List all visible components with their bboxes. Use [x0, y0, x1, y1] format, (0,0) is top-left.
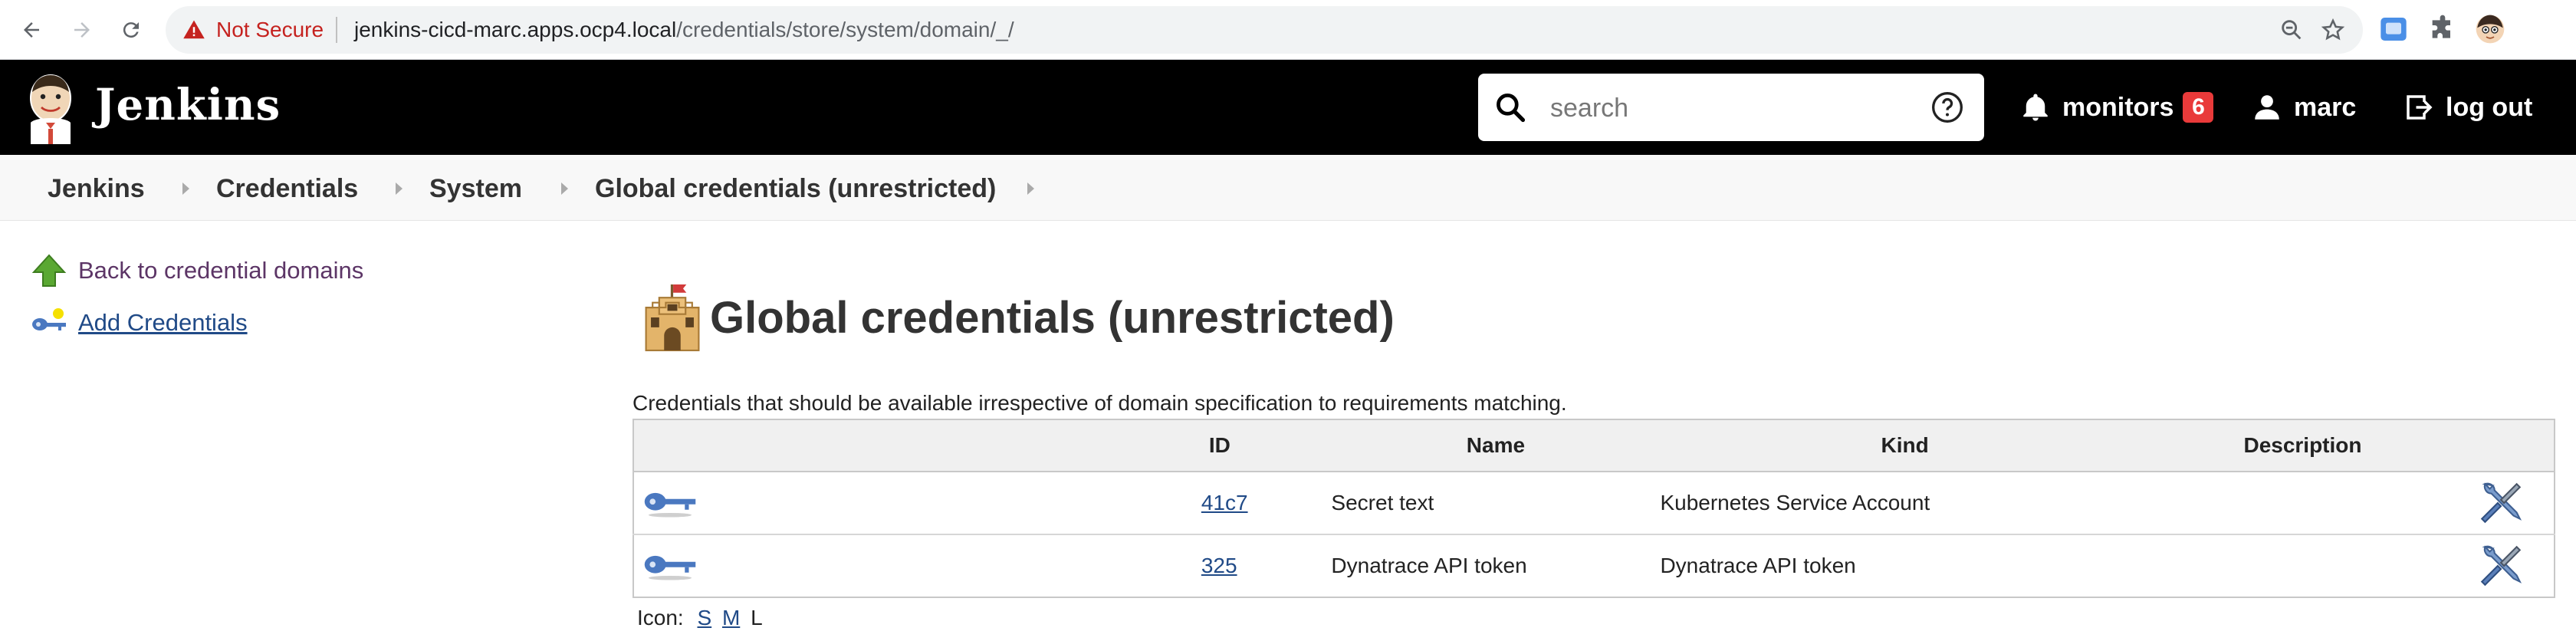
breadcrumb: Jenkins Credentials System Global creden…: [0, 155, 2576, 221]
search-input[interactable]: [1549, 87, 1858, 129]
security-label[interactable]: Not Secure: [216, 17, 324, 43]
breadcrumb-system[interactable]: System: [429, 173, 522, 204]
monitors-link[interactable]: monitors 6: [2019, 84, 2214, 130]
credential-id-link[interactable]: 41c7: [1201, 491, 1248, 515]
breadcrumb-jenkins[interactable]: Jenkins: [48, 173, 145, 204]
back-button[interactable]: [15, 14, 48, 46]
credential-key-icon: [644, 555, 696, 580]
header-description[interactable]: Description: [2149, 419, 2456, 472]
search-icon: [1497, 94, 1526, 123]
help-icon[interactable]: [1930, 90, 1964, 124]
jenkins-header: Jenkins monitors 6 marc log out: [0, 60, 2576, 155]
translate-extension-icon[interactable]: [2378, 14, 2409, 44]
redacted-region: [868, 475, 1201, 531]
credential-description: [2150, 534, 2456, 597]
page-title: Global credentials (unrestricted): [710, 292, 1395, 343]
breadcrumb-separator[interactable]: [561, 182, 568, 195]
back-to-domains-label: Back to credential domains: [78, 257, 364, 284]
arrow-right-icon: [74, 22, 90, 38]
credential-kind: Kubernetes Service Account: [1660, 472, 2150, 535]
up-arrow-icon: [31, 254, 67, 287]
redacted-region: [868, 538, 1201, 593]
row-icon-cell: [633, 534, 734, 597]
credential-name: Dynatrace API token: [1331, 554, 1527, 577]
zoom-icon[interactable]: [2279, 17, 2305, 43]
breadcrumb-separator[interactable]: [396, 182, 402, 195]
profile-avatar-icon[interactable]: [2475, 14, 2505, 44]
row-actions-cell: [2456, 472, 2555, 535]
row-id-cell: 325: [734, 534, 1332, 597]
table-row: 41c7 Secret text Kubernetes Service Acco…: [633, 472, 2555, 535]
credential-id-link[interactable]: 325: [1201, 554, 1237, 578]
castle-icon: [645, 284, 700, 352]
search-box: [1478, 74, 1984, 141]
header-id-label: ID: [1208, 433, 1230, 457]
url-host: jenkins-cicd-marc.apps.ocp4.local: [354, 18, 677, 41]
breadcrumb-credentials[interactable]: Credentials: [216, 173, 358, 204]
reload-icon: [123, 22, 139, 38]
configure-tools-icon[interactable]: [2476, 541, 2526, 591]
jenkins-logo-icon[interactable]: [23, 71, 78, 144]
row-actions-cell: [2456, 534, 2555, 597]
warning-icon: [183, 20, 205, 39]
key-icon: [32, 308, 66, 330]
credential-description: [2149, 472, 2456, 535]
url-text[interactable]: jenkins-cicd-marc.apps.ocp4.local/creden…: [354, 17, 1014, 43]
credential-kind: Dynatrace API token: [1660, 554, 1856, 577]
icon-size-large: L: [751, 606, 763, 629]
row-icon-cell: [633, 472, 734, 535]
header-name[interactable]: Name: [1331, 419, 1661, 472]
logout-label: log out: [2446, 92, 2533, 122]
configure-tools-icon[interactable]: [2476, 478, 2526, 528]
page-heading: Global credentials (unrestricted): [639, 279, 1395, 356]
monitors-badge: 6: [2183, 92, 2214, 123]
icon-size-label: Icon:: [637, 606, 684, 629]
table-row: 325 Dynatrace API token Dynatrace API to…: [633, 534, 2555, 597]
back-to-domains-link[interactable]: Back to credential domains: [31, 251, 363, 290]
credential-name: Secret text: [1331, 472, 1661, 535]
header-kind[interactable]: Kind: [1660, 419, 2150, 472]
header-icon-column: [633, 419, 734, 472]
row-id-cell: 41c7: [733, 472, 1332, 535]
extensions-puzzle-icon[interactable]: [2427, 14, 2458, 44]
breadcrumb-separator[interactable]: [1027, 182, 1034, 195]
omnibox-divider: [336, 17, 337, 43]
reload-button[interactable]: [115, 14, 147, 46]
logout-link[interactable]: log out: [2403, 84, 2532, 130]
url-path: /credentials/store/system/domain/_/: [676, 18, 1014, 41]
user-label: marc: [2294, 92, 2357, 122]
credential-key-icon: [644, 492, 696, 518]
address-bar[interactable]: Not Secure jenkins-cicd-marc.apps.ocp4.l…: [166, 6, 2363, 54]
header-id[interactable]: ID: [733, 419, 1332, 472]
store-description: Credentials that should be available irr…: [632, 391, 1567, 415]
breadcrumb-global-credentials[interactable]: Global credentials (unrestricted): [595, 173, 996, 204]
breadcrumb-separator[interactable]: [182, 182, 189, 195]
header-actions-column: [2456, 419, 2555, 472]
user-icon: [2255, 95, 2279, 120]
monitors-label: monitors: [2062, 92, 2174, 122]
user-link[interactable]: marc: [2251, 84, 2356, 130]
forward-button[interactable]: [66, 14, 98, 46]
browser-toolbar: Not Secure jenkins-cicd-marc.apps.ocp4.l…: [0, 0, 2576, 60]
icon-size-medium[interactable]: M: [722, 606, 740, 629]
bell-icon: [2023, 94, 2048, 121]
logout-icon: [2407, 95, 2433, 120]
icon-size-small[interactable]: S: [697, 606, 711, 629]
add-credentials-label: Add Credentials: [78, 309, 248, 336]
star-icon[interactable]: [2320, 17, 2346, 43]
credentials-table: ID Name Kind Description 41c7 Secret tex…: [632, 419, 2555, 598]
table-header-row: ID Name Kind Description: [633, 419, 2555, 472]
brand-name[interactable]: Jenkins: [95, 78, 281, 132]
arrow-left-icon: [24, 22, 39, 38]
add-credentials-link[interactable]: Add Credentials: [31, 304, 248, 342]
icon-size-selector: Icon: S M L: [637, 606, 763, 630]
